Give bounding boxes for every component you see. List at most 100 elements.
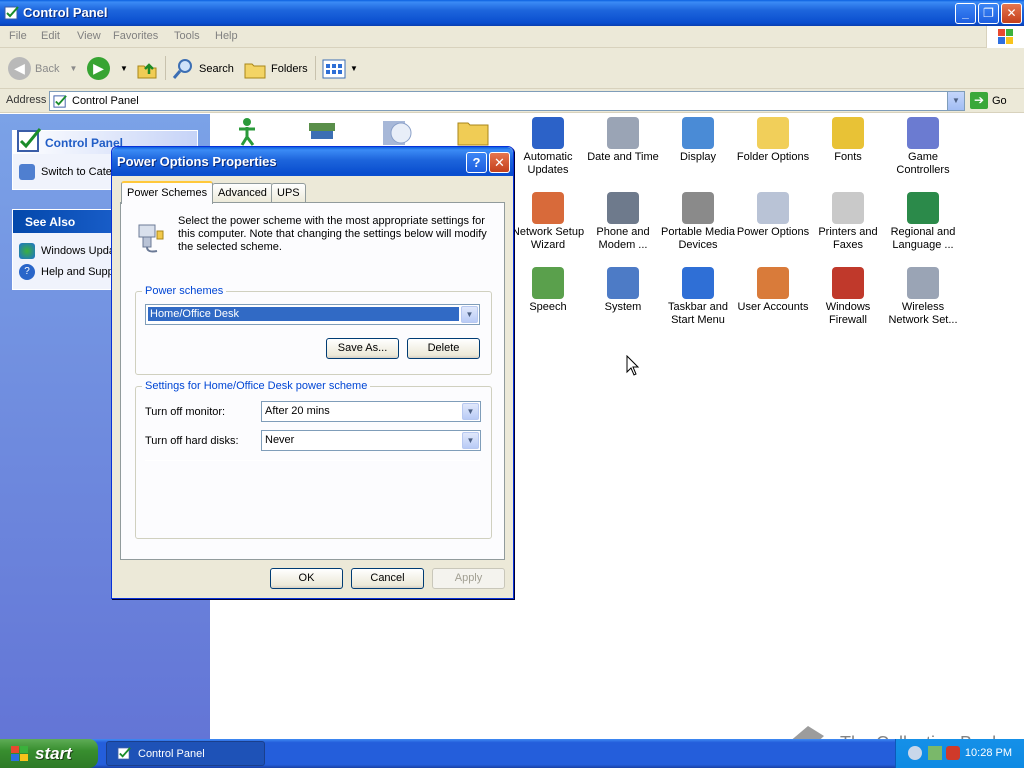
go-button[interactable]: ➔ Go: [970, 92, 1007, 109]
menu-bar: File Edit View Favorites Tools Help: [0, 26, 1024, 48]
delete-button[interactable]: Delete: [407, 338, 480, 359]
close-button[interactable]: ✕: [1001, 3, 1022, 24]
address-bar: Address Control Panel ▼ ➔ Go: [0, 89, 1024, 113]
menu-tools[interactable]: Tools: [174, 30, 200, 42]
forward-button[interactable]: ▶ ▼: [87, 55, 128, 82]
cp-item-label: System: [604, 301, 642, 313]
cp-item-label: Power Options: [736, 226, 810, 238]
cp-item-label: Windows Firewall: [825, 301, 871, 326]
help-icon: ?: [19, 263, 35, 280]
minimize-button[interactable]: _: [955, 3, 976, 24]
cancel-button[interactable]: Cancel: [351, 568, 424, 589]
forward-arrow-icon: ▶: [87, 57, 110, 80]
windows-update-icon: [19, 242, 35, 259]
cp-item-label: Regional and Language ...: [890, 226, 956, 251]
up-folder-button[interactable]: [136, 55, 158, 82]
cp-item-label: Portable Media Devices: [661, 226, 735, 251]
tab-advanced[interactable]: Advanced: [212, 183, 273, 203]
cp-item[interactable]: Portable Media Devices: [660, 192, 736, 252]
menu-favorites[interactable]: Favorites: [113, 30, 158, 42]
menu-view[interactable]: View: [77, 30, 101, 42]
cp-item[interactable]: System: [585, 267, 661, 314]
window-titlebar[interactable]: Control Panel _ ❐ ✕: [0, 0, 1024, 26]
menu-edit[interactable]: Edit: [41, 30, 60, 42]
views-button[interactable]: ▼: [322, 55, 358, 82]
dialog-titlebar[interactable]: Power Options Properties ? ✕: [112, 147, 513, 176]
mouse-cursor-icon: [626, 355, 640, 376]
scheme-settings-label: Settings for Home/Office Desk power sche…: [142, 380, 371, 392]
cp-item-label: Game Controllers: [896, 151, 950, 176]
windows-logo-icon: [986, 26, 1024, 48]
cp-item[interactable]: Network Setup Wizard: [510, 192, 586, 252]
menu-help[interactable]: Help: [215, 30, 238, 42]
tray-network-icon[interactable]: [908, 746, 922, 760]
scheme-settings-group: Settings for Home/Office Desk power sche…: [135, 380, 492, 539]
taskbar: start Control Panel 10:28 PM: [0, 739, 1024, 768]
chevron-down-icon: ▼: [952, 96, 960, 105]
hidden-icon-admin-tools[interactable]: [456, 117, 490, 147]
cd-box-icon: [383, 121, 412, 145]
monitor-icon: [682, 117, 714, 149]
tray-security-shield-icon[interactable]: [946, 746, 960, 760]
cp-item[interactable]: Taskbar and Start Menu: [660, 267, 736, 327]
cp-item[interactable]: Folder Options: [735, 117, 811, 164]
power-plug-icon: [757, 192, 789, 224]
hard-disks-label: Turn off hard disks:: [145, 435, 239, 447]
cp-item[interactable]: User Accounts: [735, 267, 811, 314]
cp-item[interactable]: Wireless Network Set...: [885, 267, 961, 327]
cp-item[interactable]: Regional and Language ...: [885, 192, 961, 252]
hidden-icon-accessibility[interactable]: [231, 117, 263, 147]
firewall-icon: [832, 267, 864, 299]
address-dropdown[interactable]: ▼: [947, 92, 964, 110]
maximize-button[interactable]: ❐: [978, 3, 999, 24]
save-as-button[interactable]: Save As...: [326, 338, 399, 359]
speech-icon: [532, 267, 564, 299]
cp-item[interactable]: Display: [660, 117, 736, 164]
toolbar: ◀ Back ▼ ▶ ▼ Search Folders ▼: [0, 48, 1024, 89]
cp-item[interactable]: Windows Firewall: [810, 267, 886, 327]
cp-item[interactable]: Printers and Faxes: [810, 192, 886, 252]
cp-item[interactable]: Speech: [510, 267, 586, 314]
help-button[interactable]: ?: [466, 152, 487, 173]
cp-item[interactable]: Fonts: [810, 117, 886, 164]
search-button[interactable]: Search: [171, 55, 234, 82]
power-scheme-select[interactable]: Home/Office Desk ▼: [145, 304, 480, 325]
add-hardware-icon: [309, 123, 335, 139]
chevron-down-icon: ▼: [69, 64, 78, 73]
power-schemes-group: Power schemes Home/Office Desk ▼ Save As…: [135, 285, 492, 375]
ok-button[interactable]: OK: [270, 568, 343, 589]
tab-ups[interactable]: UPS: [271, 183, 306, 203]
cp-item[interactable]: Phone and Modem ...: [585, 192, 661, 252]
control-panel-icon: [17, 128, 42, 152]
computer-icon: [607, 267, 639, 299]
dialog-close-button[interactable]: ✕: [489, 152, 510, 173]
power-schemes-label: Power schemes: [142, 285, 227, 297]
apply-button[interactable]: Apply: [432, 568, 505, 589]
address-field[interactable]: Control Panel ▼: [49, 91, 965, 111]
cp-item[interactable]: Automatic Updates: [510, 117, 586, 177]
menu-file[interactable]: File: [9, 30, 27, 42]
phone-icon: [607, 192, 639, 224]
hidden-icon-add-remove[interactable]: [381, 117, 415, 147]
tab-power-schemes[interactable]: Power Schemes: [121, 181, 214, 204]
hard-disks-timeout-select[interactable]: Never ▼: [261, 430, 481, 451]
cp-item[interactable]: Game Controllers: [885, 117, 961, 177]
tray-sound-icon[interactable]: [928, 746, 942, 760]
taskbar-control-panel[interactable]: Control Panel: [106, 741, 265, 766]
hidden-icon-add-hardware[interactable]: [305, 117, 339, 147]
back-button[interactable]: ◀ Back ▼: [8, 55, 77, 82]
chevron-down-icon: ▼: [120, 64, 128, 73]
chevron-down-icon: ▼: [461, 306, 478, 323]
cp-item[interactable]: Power Options: [735, 192, 811, 239]
monitor-timeout-select[interactable]: After 20 mins ▼: [261, 401, 481, 422]
cp-item[interactable]: Date and Time: [585, 117, 661, 164]
up-folder-icon: [137, 62, 157, 78]
chevron-down-icon: ▼: [462, 432, 479, 449]
folders-button[interactable]: Folders: [243, 55, 308, 82]
clock[interactable]: 10:28 PM: [965, 747, 1012, 759]
power-schemes-panel: Select the power scheme with the most ap…: [120, 202, 505, 560]
start-button[interactable]: start: [0, 739, 98, 768]
control-panel-icon: [117, 747, 131, 760]
users-icon: [757, 267, 789, 299]
cp-item-label: Folder Options: [736, 151, 810, 163]
